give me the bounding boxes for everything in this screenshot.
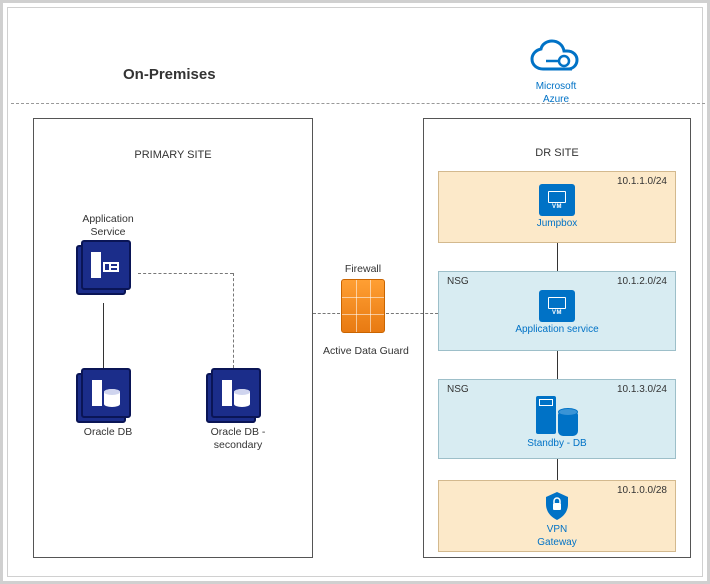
appsvc-label: Application service	[515, 324, 598, 335]
subnet-vpn-gateway: 10.1.0.0/28 VPN Gateway	[438, 480, 676, 552]
link-appsvc-standby	[557, 351, 558, 379]
vm-icon: VM	[539, 184, 575, 216]
oracle-db-label: Oracle DB	[68, 426, 148, 439]
subnet-application-service: NSG 10.1.2.0/24 VM Application service	[438, 271, 676, 351]
link-standby-vpn	[557, 459, 558, 480]
nsg-label-appsvc: NSG	[447, 276, 469, 287]
subnet-standby-db: NSG 10.1.3.0/24 Standby - DB	[438, 379, 676, 459]
primary-site-title: PRIMARY SITE	[34, 149, 312, 161]
firewall-label: Firewall	[323, 263, 403, 275]
link-primary-to-firewall	[313, 313, 340, 314]
cidr-standbydb: 10.1.3.0/24	[617, 384, 667, 395]
db-server-icon	[81, 368, 135, 422]
oracle-db-secondary-label: Oracle DB - secondary	[198, 426, 278, 451]
application-service-node: Application Service	[68, 213, 148, 294]
server-stack-icon	[81, 240, 135, 294]
firewall-node: Firewall Active Data Guard	[323, 263, 403, 357]
link-jumpbox-appsvc	[557, 243, 558, 271]
jumpbox-label: Jumpbox	[537, 218, 578, 229]
standby-db-label: Standby - DB	[527, 438, 586, 449]
on-premises-title: On-Premises	[123, 66, 216, 83]
diagram-canvas: On-Premises Microsoft Azure PRIMARY SITE…	[0, 0, 710, 584]
active-data-guard-label: Active Data Guard	[323, 345, 403, 357]
vpn-gateway-label-1: VPN	[547, 525, 568, 536]
cidr-appsvc: 10.1.2.0/24	[617, 276, 667, 287]
db-server-icon	[211, 368, 265, 422]
application-service-label: Application Service	[68, 213, 148, 238]
azure-label-2: Azure	[511, 94, 601, 105]
dr-site-title: DR SITE	[424, 147, 690, 159]
azure-cloud-icon: Microsoft Azure	[511, 39, 601, 105]
vpn-gateway-icon	[540, 489, 574, 523]
link-app-to-secondary-v	[233, 273, 234, 368]
cidr-jumpbox: 10.1.1.0/24	[617, 176, 667, 187]
nsg-label-standbydb: NSG	[447, 384, 469, 395]
cloud-icon	[526, 39, 586, 79]
vpn-gateway-label-2: Gateway	[537, 538, 576, 549]
oracle-db-node: Oracle DB	[68, 368, 148, 439]
vm-icon: VM	[539, 290, 575, 322]
cidr-vpngw: 10.1.0.0/28	[617, 485, 667, 496]
link-app-to-secondary	[138, 273, 233, 274]
subnet-jumpbox: 10.1.1.0/24 VM Jumpbox	[438, 171, 676, 243]
oracle-db-secondary-node: Oracle DB - secondary	[198, 368, 278, 451]
azure-label-1: Microsoft	[511, 81, 601, 92]
standby-db-icon	[536, 396, 578, 436]
primary-site-box: PRIMARY SITE	[33, 118, 313, 558]
link-app-to-oracledb	[103, 303, 104, 368]
firewall-icon	[341, 279, 385, 333]
